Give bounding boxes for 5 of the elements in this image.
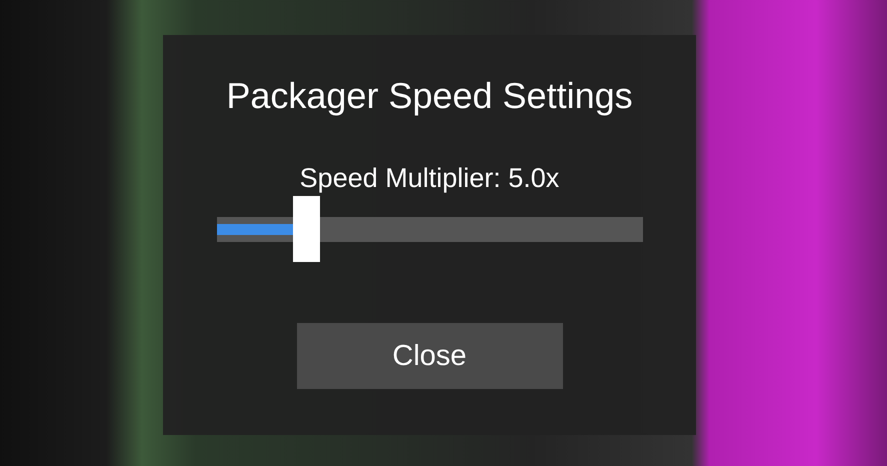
dialog-title: Packager Speed Settings bbox=[226, 75, 633, 117]
slider-handle[interactable] bbox=[292, 196, 320, 262]
close-button[interactable]: Close bbox=[296, 323, 562, 389]
slider-track[interactable] bbox=[216, 216, 642, 242]
slider-label: Speed Multiplier: 5.0x bbox=[300, 162, 560, 194]
